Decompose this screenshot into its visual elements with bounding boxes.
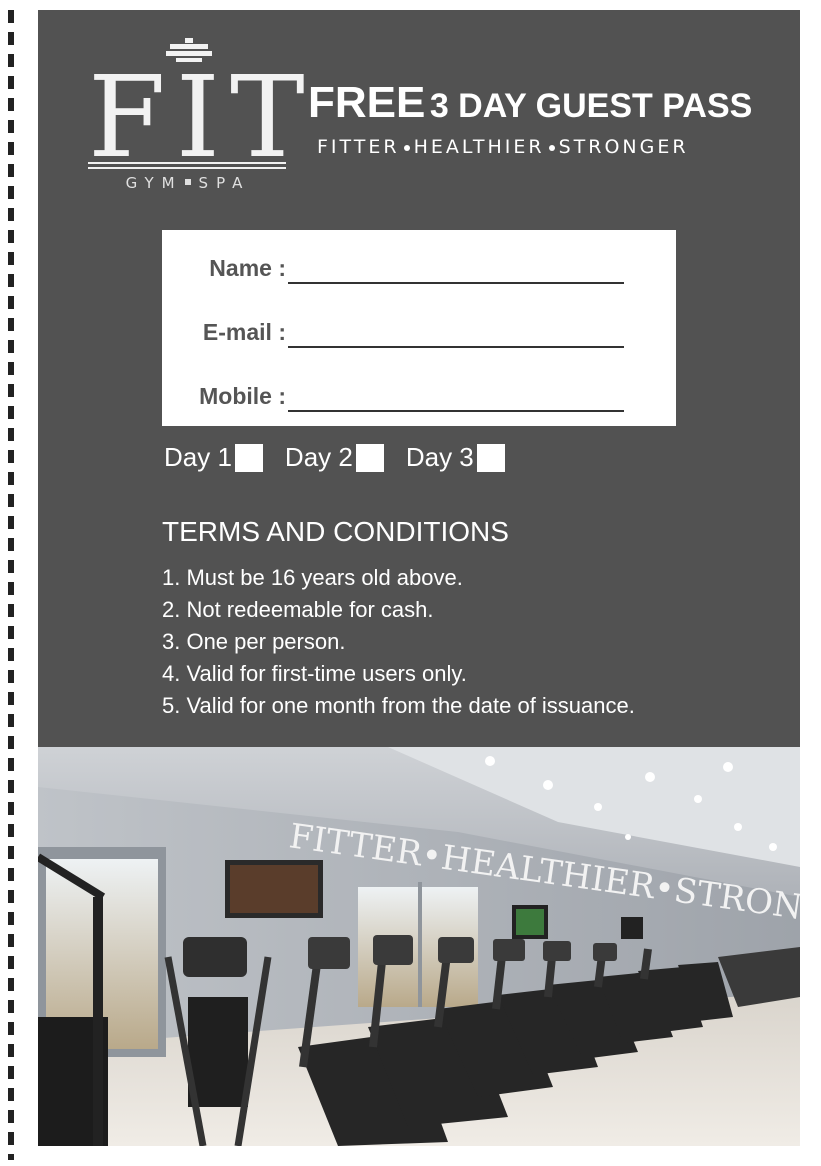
logo-subtitle: GYM SPA [88, 174, 288, 192]
terms-item: 5. Valid for one month from the date of … [162, 693, 635, 718]
perforation-edge [8, 10, 14, 1160]
email-label: E-mail : [202, 319, 286, 345]
tagline-dot-icon [548, 145, 555, 151]
logo-rule-top [88, 162, 286, 164]
terms-item: 1. Must be 16 years old above. [162, 565, 463, 590]
registration-form: Name : E-mail : Mobile : [162, 230, 676, 426]
logo-subtitle-gym: GYM [125, 174, 183, 192]
logo-separator-icon [184, 179, 191, 185]
tagline-stronger: STRONGER [558, 136, 689, 158]
logo-wordmark: FIT [88, 53, 315, 183]
name-label: Name : [209, 255, 286, 281]
day-1-checkbox[interactable] [234, 443, 263, 472]
name-field[interactable] [288, 282, 624, 284]
logo-subtitle-spa: SPA [198, 174, 251, 192]
tagline-dot-icon [403, 145, 410, 151]
day-3-label: Day 3 [405, 442, 474, 472]
day-1-label: Day 1 [164, 442, 232, 472]
day-2-checkbox[interactable] [355, 443, 384, 472]
tagline-healthier: HEALTHIER [413, 136, 545, 158]
email-field[interactable] [288, 346, 624, 348]
terms-title: TERMS AND CONDITIONS [162, 516, 509, 547]
day-3-option: Day 3 [406, 442, 505, 473]
day-3-checkbox[interactable] [476, 443, 505, 472]
headline-guest-pass: 3 DAY GUEST PASS [429, 87, 753, 125]
mobile-row: Mobile : [162, 376, 676, 416]
terms-list: 1. Must be 16 years old above. 2. Not re… [162, 562, 635, 722]
terms-item: 2. Not redeemable for cash. [162, 597, 434, 622]
gym-photo: FITTER•HEALTHIER•STRONGER [38, 747, 800, 1146]
mobile-field[interactable] [288, 410, 624, 412]
headline: FREE 3 DAY GUEST PASS [308, 78, 752, 128]
terms-item: 3. One per person. [162, 629, 346, 654]
day-2-option: Day 2 [285, 442, 384, 473]
fit-logo: FIT GYM SPA [88, 38, 315, 198]
logo-rule-bottom [88, 167, 286, 169]
headline-free: FREE [308, 78, 426, 127]
gym-interior-illustration: FITTER•HEALTHIER•STRONGER [38, 747, 800, 1146]
tagline: FITTER HEALTHIER STRONGER [317, 136, 689, 158]
tagline-fitter: FITTER [317, 136, 400, 158]
day-2-label: Day 2 [284, 442, 353, 472]
day-checkboxes: Day 1 Day 2 Day 3 [164, 442, 527, 473]
day-1-option: Day 1 [164, 442, 263, 473]
email-row: E-mail : [162, 312, 676, 352]
guest-pass-card: FIT GYM SPA FREE 3 DAY GUEST PASS FITTER H… [38, 10, 800, 1146]
mobile-label: Mobile : [199, 383, 286, 409]
name-row: Name : [162, 248, 676, 288]
terms-item: 4. Valid for first-time users only. [162, 661, 467, 686]
